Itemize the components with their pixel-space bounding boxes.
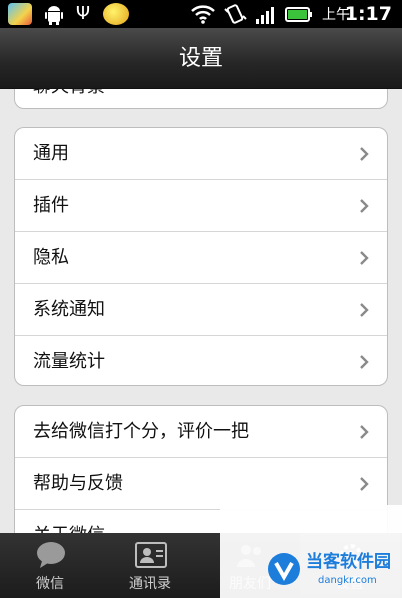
watermark: 当客软件园 dangkr.com bbox=[220, 505, 402, 598]
settings-item-general[interactable]: 通用 bbox=[15, 128, 387, 180]
contacts-icon bbox=[135, 542, 167, 568]
tab-contacts[interactable]: 通讯录 bbox=[100, 533, 200, 598]
chevron-right-icon bbox=[360, 251, 369, 265]
chevron-right-icon bbox=[360, 477, 369, 491]
settings-item-label: 通用 bbox=[33, 143, 69, 164]
chevron-right-icon bbox=[360, 303, 369, 317]
tab-wechat[interactable]: 微信 bbox=[0, 533, 100, 598]
settings-item-label: 去给微信打个分，评价一把 bbox=[33, 421, 249, 442]
settings-item-label: 关于微信 bbox=[33, 523, 105, 533]
app-icon bbox=[8, 3, 32, 25]
settings-item-traffic-stats[interactable]: 流量统计 bbox=[15, 336, 387, 385]
chat-bubble-icon bbox=[37, 542, 65, 568]
signal-icon bbox=[256, 7, 274, 24]
watermark-text: 当客软件园 bbox=[306, 552, 391, 572]
settings-item-label: 插件 bbox=[33, 195, 69, 216]
chevron-right-icon bbox=[360, 199, 369, 213]
watermark-subtext: dangkr.com bbox=[318, 575, 377, 586]
android-icon bbox=[45, 6, 63, 25]
title-bar: 设置 bbox=[0, 28, 402, 89]
battery-icon bbox=[285, 7, 312, 22]
settings-item-label: 流量统计 bbox=[33, 351, 105, 372]
settings-item-label: 帮助与反馈 bbox=[33, 473, 123, 494]
status-bar: Ψ 上午 1:17 bbox=[0, 0, 402, 28]
chevron-right-icon bbox=[360, 355, 369, 369]
tab-label: 通讯录 bbox=[129, 576, 171, 592]
settings-item-label: 隐私 bbox=[33, 247, 69, 268]
page-title: 设置 bbox=[178, 46, 223, 71]
vibrate-icon bbox=[224, 4, 247, 24]
chevron-right-icon bbox=[360, 147, 369, 161]
settings-group-main: 通用 插件 隐私 系统通知 流量统计 bbox=[14, 127, 388, 386]
chevron-right-icon bbox=[360, 425, 369, 439]
status-time: 1:17 bbox=[344, 3, 392, 25]
settings-item-label: 系统通知 bbox=[33, 299, 105, 320]
settings-item-privacy[interactable]: 隐私 bbox=[15, 232, 387, 284]
wifi-icon bbox=[191, 5, 215, 24]
settings-group-top: 聊天背景 bbox=[14, 89, 388, 109]
tab-label: 微信 bbox=[36, 576, 64, 592]
watermark-logo-icon bbox=[268, 553, 300, 585]
settings-list[interactable]: 聊天背景 通用 插件 隐私 系统通知 流量统计 去给微信打个分，评价一把 bbox=[0, 89, 402, 533]
settings-item-label: 聊天背景 bbox=[33, 89, 105, 100]
settings-item-plugins[interactable]: 插件 bbox=[15, 180, 387, 232]
settings-item-chat-background[interactable]: 聊天背景 bbox=[15, 89, 387, 102]
settings-item-help-feedback[interactable]: 帮助与反馈 bbox=[15, 458, 387, 510]
settings-item-rate[interactable]: 去给微信打个分，评价一把 bbox=[15, 406, 387, 458]
ball-app-icon bbox=[103, 3, 129, 25]
usb-icon: Ψ bbox=[75, 3, 91, 24]
settings-item-notifications[interactable]: 系统通知 bbox=[15, 284, 387, 336]
